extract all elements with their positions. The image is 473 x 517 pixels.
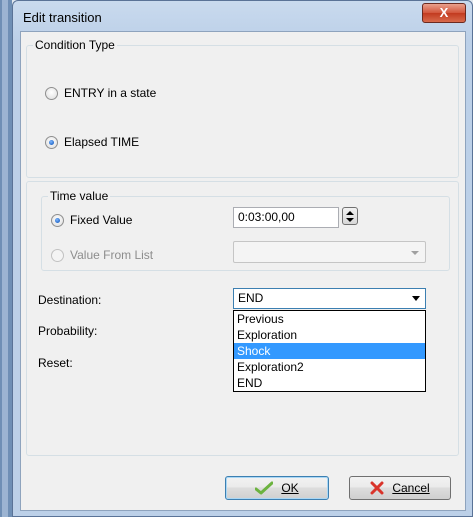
destination-selected-value: END <box>238 291 264 305</box>
spinner-up-icon[interactable] <box>346 211 354 215</box>
dropdown-option[interactable]: Exploration <box>234 327 425 343</box>
chevron-down-icon <box>411 251 419 255</box>
radio-value-from-list[interactable]: Value From List <box>51 248 153 262</box>
background-window-edge-highlight <box>2 0 8 517</box>
radio-value-from-list-label: Value From List <box>70 248 154 262</box>
spinner-icon[interactable] <box>342 207 358 225</box>
cancel-button[interactable]: Cancel <box>349 476 451 500</box>
check-icon <box>255 481 274 495</box>
radio-value-from-list-circle[interactable] <box>51 248 64 262</box>
ok-button-label: OK <box>281 481 299 495</box>
chevron-down-icon[interactable] <box>412 296 420 301</box>
probability-label: Probability: <box>38 324 98 338</box>
cancel-button-label: Cancel <box>392 481 430 495</box>
reset-label: Reset: <box>38 356 73 370</box>
dropdown-option[interactable]: Previous <box>234 311 425 327</box>
spinner-down-icon[interactable] <box>346 218 354 222</box>
dropdown-option-highlighted[interactable]: Shock <box>234 343 425 359</box>
radio-fixed-value-label: Fixed Value <box>70 213 133 227</box>
time-value-legend: Time value <box>50 189 109 203</box>
ok-button[interactable]: OK <box>225 476 329 500</box>
dropdown-option[interactable]: END <box>234 375 425 391</box>
radio-fixed-value-circle[interactable] <box>51 213 64 227</box>
close-button[interactable]: X <box>422 3 466 23</box>
condition-type-group: Condition Type <box>26 38 459 178</box>
title-bar[interactable]: Edit transition X <box>13 1 472 31</box>
close-icon: X <box>439 5 449 20</box>
value-list-select[interactable] <box>233 241 426 263</box>
destination-select[interactable]: END <box>233 288 426 309</box>
radio-fixed-value[interactable]: Fixed Value <box>51 213 132 227</box>
window-title: Edit transition <box>23 10 102 25</box>
radio-elapsed-time-label: Elapsed TIME <box>64 135 140 149</box>
destination-label: Destination: <box>38 293 102 307</box>
radio-elapsed-time-circle[interactable] <box>45 135 58 149</box>
radio-entry-in-state[interactable]: ENTRY in a state <box>45 86 156 100</box>
dialog-body: Condition Type ENTRY in a state Elapsed … <box>20 31 466 511</box>
destination-dropdown-list: Previous Exploration Shock Exploration2 … <box>233 310 426 392</box>
radio-entry-in-state-label: ENTRY in a state <box>64 86 157 100</box>
dropdown-option[interactable]: Exploration2 <box>234 359 425 375</box>
fixed-value-input[interactable]: 0:03:00,00 <box>233 207 339 228</box>
condition-type-legend: Condition Type <box>35 38 115 52</box>
radio-entry-in-state-circle[interactable] <box>45 86 58 100</box>
edit-transition-dialog: Edit transition X Condition Type ENTRY i… <box>12 0 473 517</box>
x-icon <box>370 481 384 495</box>
radio-elapsed-time[interactable]: Elapsed TIME <box>45 135 139 149</box>
